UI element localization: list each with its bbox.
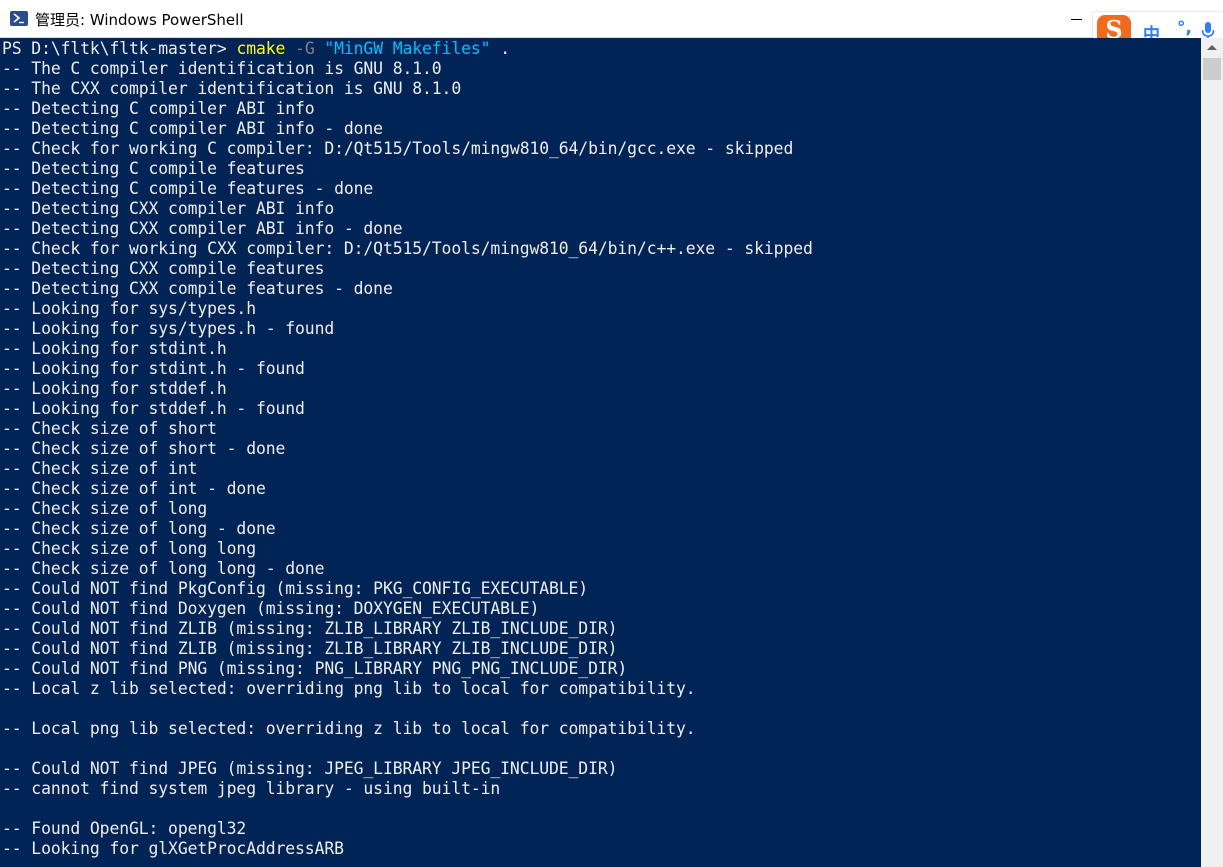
output-line: -- Check size of int - done xyxy=(2,479,266,498)
command-argument: "MinGW Makefiles" xyxy=(324,39,491,58)
output-line: -- Detecting CXX compile features - done xyxy=(2,279,393,298)
output-line: -- Could NOT find Doxygen (missing: DOXY… xyxy=(2,599,540,618)
command-parameter: -G xyxy=(285,39,325,58)
output-line: -- Detecting CXX compiler ABI info xyxy=(2,199,335,218)
output-line: -- Detecting C compile features - done xyxy=(2,179,374,198)
output-line: -- Found OpenGL: opengl32 xyxy=(2,819,247,838)
output-line: -- Check for working CXX compiler: D:/Qt… xyxy=(2,239,813,258)
output-line: -- Looking for stddef.h - found xyxy=(2,399,305,418)
output-line: -- Looking for stdint.h xyxy=(2,339,227,358)
output-line: -- Detecting CXX compile features xyxy=(2,259,325,278)
output-line: -- Looking for sys/types.h xyxy=(2,299,256,318)
output-line: -- Check size of short - done xyxy=(2,439,286,458)
output-line: -- Could NOT find ZLIB (missing: ZLIB_LI… xyxy=(2,619,618,638)
powershell-icon xyxy=(10,11,28,26)
output-line: -- Local png lib selected: overriding z … xyxy=(2,719,696,738)
console-output-area[interactable]: PS D:\fltk\fltk-master> cmake -G "MinGW … xyxy=(0,38,1201,867)
output-line: -- Could NOT find PNG (missing: PNG_LIBR… xyxy=(2,659,628,678)
output-line: -- Looking for stddef.h xyxy=(2,379,227,398)
output-line: -- The CXX compiler identification is GN… xyxy=(2,79,462,98)
output-line: -- Detecting C compiler ABI info - done xyxy=(2,119,383,138)
output-line: -- Looking for sys/types.h - found xyxy=(2,319,335,338)
scroll-up-arrow-icon[interactable] xyxy=(1201,38,1223,56)
output-line: -- Detecting C compiler ABI info xyxy=(2,99,315,118)
output-line: -- cannot find system jpeg library - usi… xyxy=(2,779,501,798)
output-line: -- Check size of short xyxy=(2,419,217,438)
output-line: -- Detecting CXX compiler ABI info - don… xyxy=(2,219,403,238)
command-rest: . xyxy=(490,39,510,58)
output-line: -- Local z lib selected: overriding png … xyxy=(2,679,696,698)
output-line: -- Check size of long long xyxy=(2,539,256,558)
scrollbar-thumb[interactable] xyxy=(1203,58,1221,80)
output-line: -- Check size of long xyxy=(2,499,208,518)
output-line: -- Could NOT find ZLIB (missing: ZLIB_LI… xyxy=(2,639,618,658)
command-name: cmake xyxy=(236,39,286,58)
prompt-path: PS D:\fltk\fltk-master> xyxy=(2,39,237,58)
output-line: -- Detecting C compile features xyxy=(2,159,305,178)
output-line: -- Check size of long - done xyxy=(2,519,276,538)
output-line: -- Check size of long long - done xyxy=(2,559,325,578)
output-line: -- Could NOT find JPEG (missing: JPEG_LI… xyxy=(2,759,618,778)
output-line: -- Could NOT find PkgConfig (missing: PK… xyxy=(2,579,589,598)
output-line: -- The C compiler identification is GNU … xyxy=(2,59,442,78)
vertical-scrollbar[interactable] xyxy=(1201,38,1223,867)
title-bar[interactable]: 管理员: Windows PowerShell xyxy=(0,0,1223,38)
output-line: -- Check for working C compiler: D:/Qt51… xyxy=(2,139,794,158)
output-line: -- Check size of int xyxy=(2,459,198,478)
ime-punctuation-toggle[interactable]: °, xyxy=(1177,18,1192,38)
window-title: 管理员: Windows PowerShell xyxy=(35,11,244,29)
output-line: -- Looking for glXGetProcAddressARB xyxy=(2,839,344,858)
output-line: -- Looking for stdint.h - found xyxy=(2,359,305,378)
prompt-line: PS D:\fltk\fltk-master> cmake -G "MinGW … xyxy=(2,39,813,59)
